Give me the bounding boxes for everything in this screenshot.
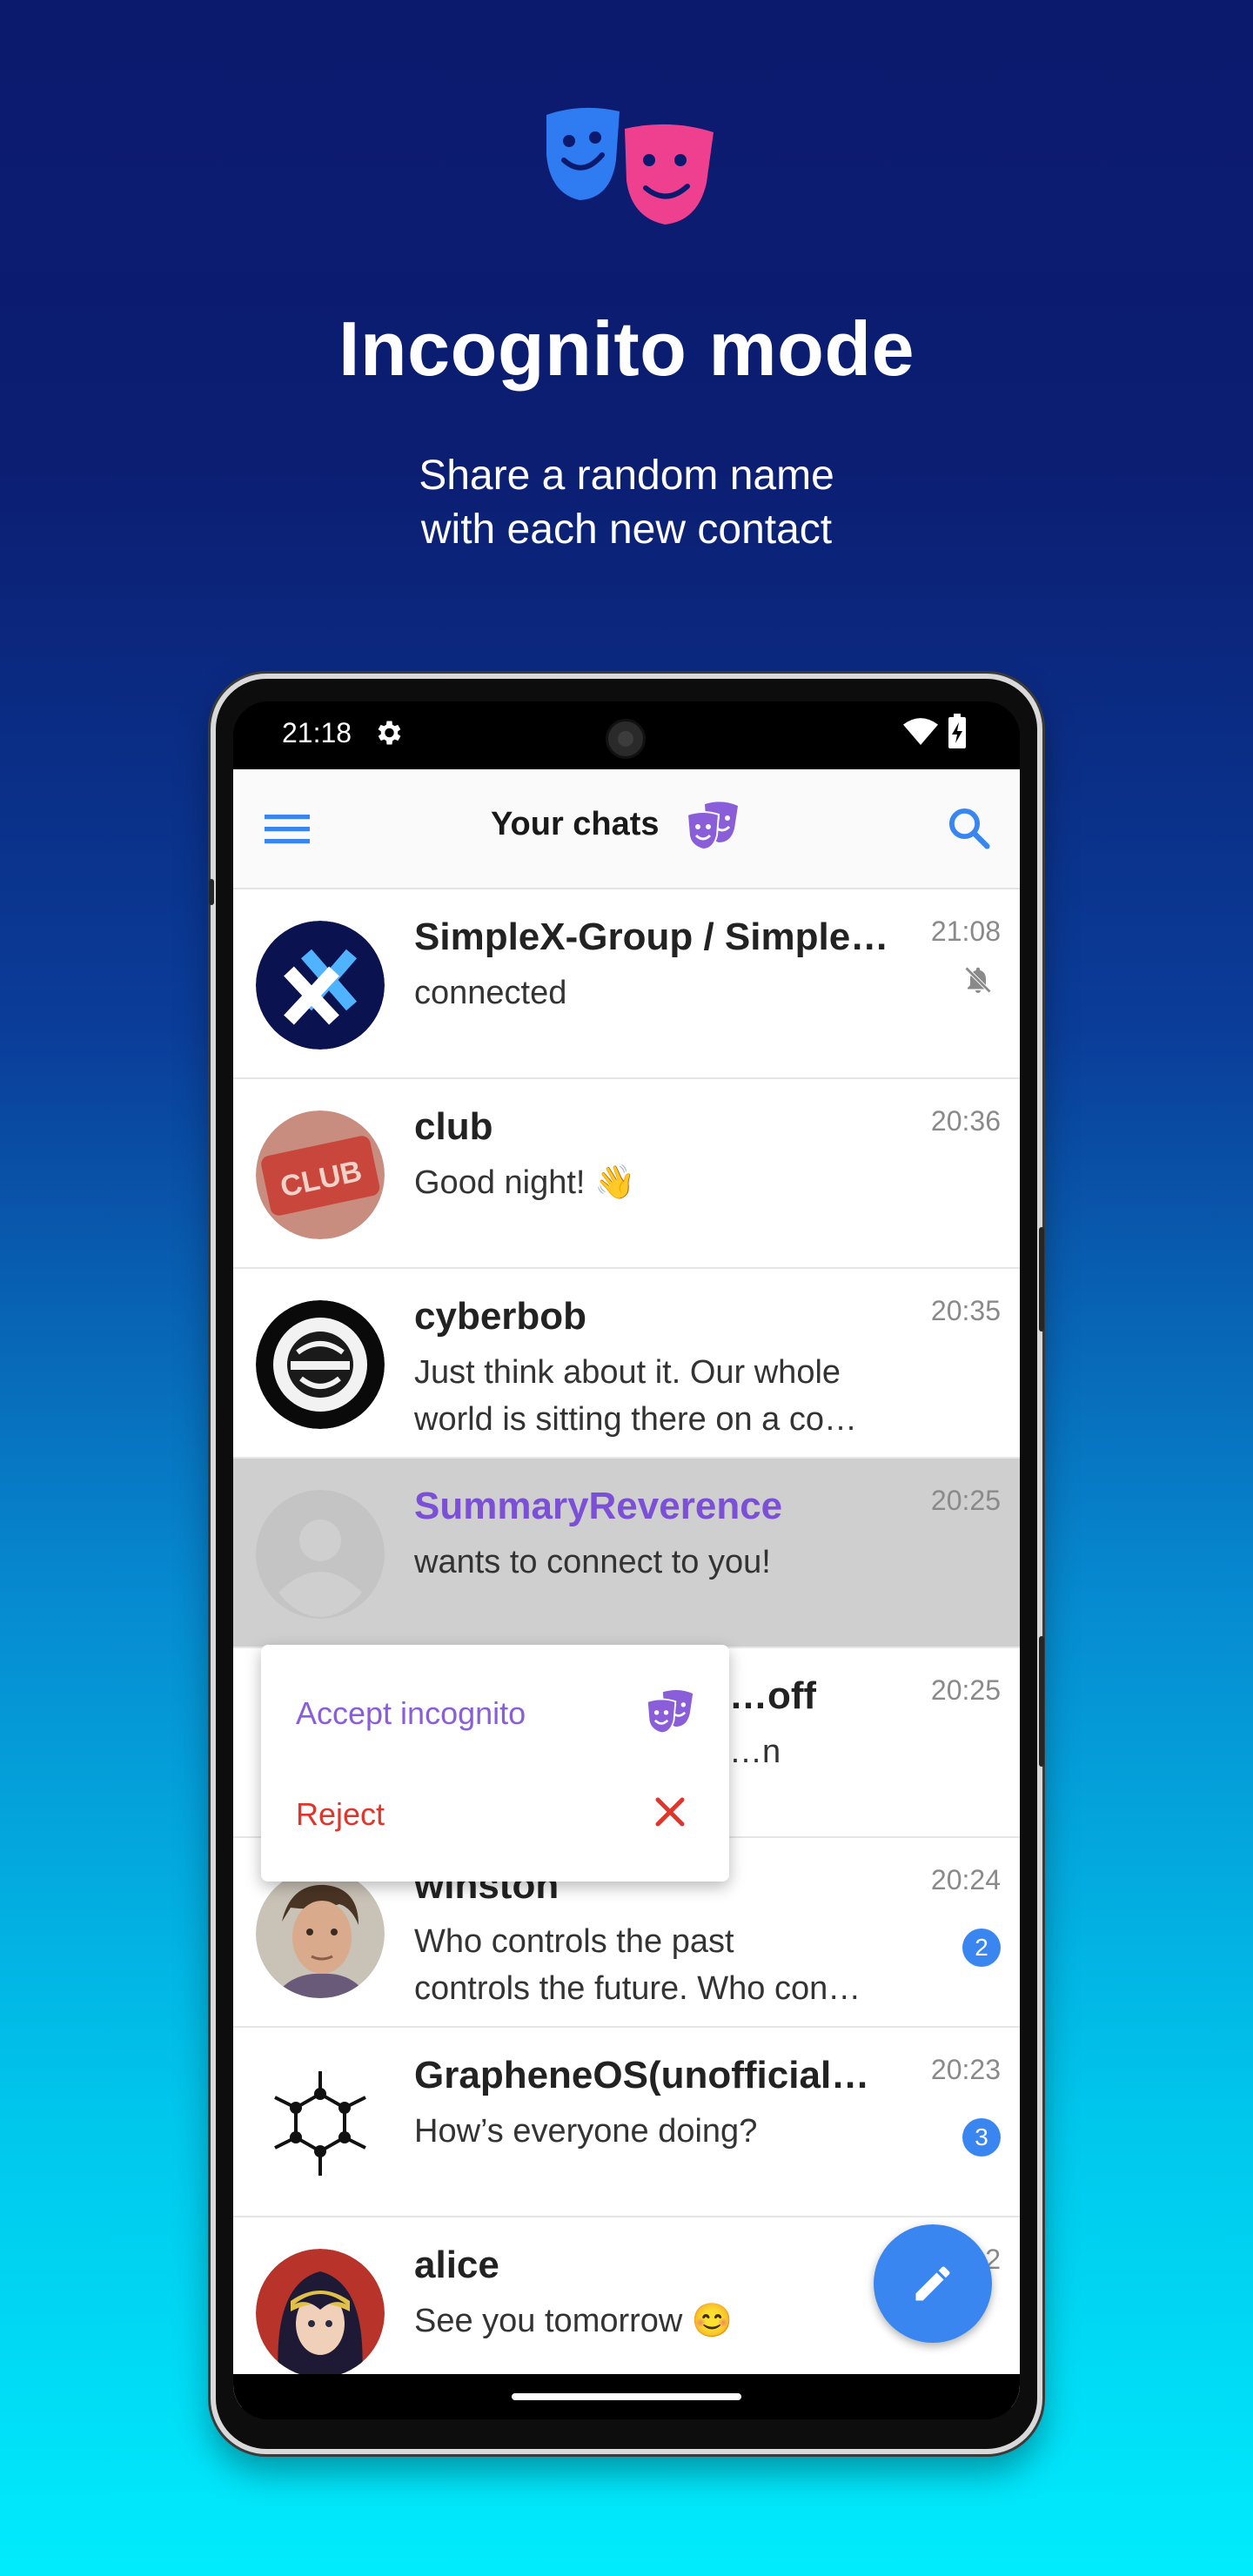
chat-row[interactable]: SimpleX-Group / Simple… connected 21:08: [233, 889, 1020, 1079]
chat-preview: connected: [414, 969, 901, 1016]
chat-time: 20:36: [930, 1105, 1001, 1137]
chat-time: 20:24: [930, 1864, 1001, 1895]
new-chat-button[interactable]: [874, 2224, 992, 2343]
avatar-placeholder: [256, 1490, 385, 1619]
incognito-masks-icon: [646, 1690, 694, 1734]
chat-time: 20:23: [930, 2054, 1001, 2085]
chat-preview-line: wants to connect to you!: [414, 1544, 771, 1580]
chat-preview-line: …n: [729, 1734, 781, 1770]
chat-name: …off: [729, 1674, 817, 1717]
chat-row[interactable]: CLUB club Good night! 👋 20:36: [233, 1079, 1020, 1269]
avatar: [256, 1300, 385, 1429]
hero-title: Incognito mode: [338, 305, 915, 392]
chat-name: club: [414, 1105, 493, 1148]
accept-incognito-label: Accept incognito: [296, 1695, 526, 1731]
chat-time: 20:35: [930, 1295, 1001, 1326]
chat-preview: wants to connect to you!: [414, 1539, 901, 1586]
contact-request-menu: Accept incognito Reject: [261, 1645, 729, 1882]
chat-preview: …n: [729, 1728, 903, 1775]
hero-subtitle-line: with each new contact: [420, 506, 833, 553]
status-bar: 21:18: [233, 701, 1020, 769]
chat-preview: Just think about it. Our whole world is …: [414, 1349, 901, 1443]
chat-preview: Good night! 👋: [414, 1159, 901, 1206]
chat-preview-line: connected: [414, 975, 567, 1011]
reject-label: Reject: [296, 1796, 385, 1832]
avatar: CLUB: [256, 1110, 385, 1239]
chat-name: alice: [414, 2244, 499, 2286]
phone-side-button: [1039, 1227, 1044, 1332]
chat-preview-line: See you tomorrow 😊: [414, 2303, 734, 2339]
battery-icon: [948, 714, 966, 748]
chat-name: SummaryReverence: [414, 1485, 783, 1527]
chat-preview-line: controls the future. Who con…: [414, 1970, 861, 2007]
phone-side-button: [1039, 1636, 1044, 1767]
chat-time: 21:08: [930, 916, 1001, 947]
page-title: Your chats: [491, 806, 660, 842]
accept-incognito-menu-item[interactable]: Accept incognito: [261, 1662, 729, 1763]
hamburger-menu-icon[interactable]: [265, 809, 310, 849]
avatar: [256, 921, 385, 1050]
hero-subtitle-line: Share a random name: [419, 453, 834, 499]
avatar: [256, 2059, 385, 2188]
front-camera: [606, 719, 646, 759]
unread-badge: 2: [962, 1929, 1001, 1967]
chat-name: cyberbob: [414, 1295, 587, 1338]
incognito-masks-icon: [546, 107, 714, 225]
chat-preview-line: How’s everyone doing?: [414, 2113, 758, 2150]
chat-preview-line: Good night! 👋: [414, 1164, 636, 1201]
wifi-icon: [903, 718, 938, 745]
close-icon: [655, 1797, 685, 1827]
chat-time: 20:25: [930, 1485, 1001, 1516]
avatar: [256, 1869, 385, 1998]
chat-preview-line: Just think about it. Our whole: [414, 1354, 841, 1391]
chat-preview-line: Who controls the past: [414, 1923, 734, 1960]
app-bar: Your chats: [233, 769, 1020, 889]
search-icon[interactable]: [945, 804, 992, 851]
chat-preview: Who controls the past controls the futur…: [414, 1918, 901, 2012]
chat-preview-line: world is sitting there on a co…: [414, 1401, 858, 1438]
chat-row[interactable]: cyberbob Just think about it. Our whole …: [233, 1269, 1020, 1459]
chat-name: GrapheneOS(unofficial…: [414, 2054, 870, 2096]
chat-time: 20:25: [930, 1674, 1001, 1706]
chat-row-contact-request[interactable]: SummaryReverence wants to connect to you…: [233, 1459, 1020, 1648]
navigation-bar: [233, 2374, 1020, 2419]
incognito-masks-icon[interactable]: [686, 801, 740, 849]
home-indicator[interactable]: [512, 2393, 741, 2400]
reject-menu-item[interactable]: Reject: [261, 1763, 729, 1864]
unread-badge: 3: [962, 2118, 1001, 2157]
gear-icon: [378, 721, 401, 745]
chat-preview: How’s everyone doing?: [414, 2108, 901, 2155]
pencil-icon: [915, 2266, 950, 2301]
status-time: 21:18: [282, 717, 352, 748]
chat-row[interactable]: GrapheneOS(unofficial… How’s everyone do…: [233, 2028, 1020, 2217]
avatar: [256, 2249, 385, 2378]
hero-subtitle: Share a random name with each new contac…: [0, 449, 1253, 557]
bell-off-icon: [964, 966, 992, 994]
chat-name: SimpleX-Group / Simple…: [414, 916, 889, 958]
phone-side-button: [209, 879, 214, 905]
chat-preview: See you tomorrow 😊: [414, 2298, 901, 2345]
phone-screen: 21:18 Your chats SimpleX-Group / Simple……: [233, 701, 1020, 2419]
